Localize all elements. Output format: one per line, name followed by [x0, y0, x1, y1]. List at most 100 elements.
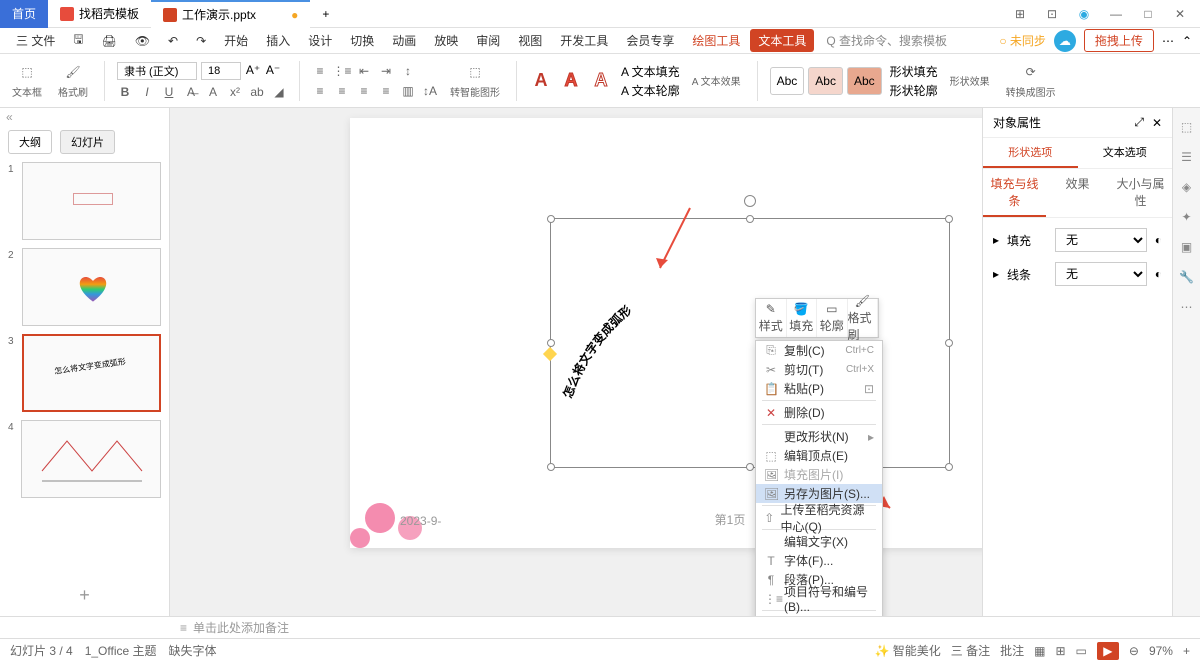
zoom-in-button[interactable]: + — [1183, 644, 1190, 658]
notes-toggle[interactable]: 三 备注 — [951, 642, 990, 659]
increase-font-icon[interactable]: A⁺ — [245, 62, 261, 78]
ctx-cut[interactable]: ✂剪切(T)Ctrl+X — [756, 360, 882, 379]
thumbnail-2[interactable] — [22, 248, 161, 326]
selected-textbox[interactable]: 怎么将文字变成弧形 — [550, 218, 950, 468]
shape-style-1[interactable]: Abc — [770, 67, 805, 95]
text-direction-button[interactable]: ↕A — [422, 83, 438, 99]
align-right-button[interactable]: ≡ — [356, 83, 372, 99]
outline-tab[interactable]: 大纲 — [8, 130, 52, 154]
smart-beautify-button[interactable]: ✨ 智能美化 — [874, 642, 940, 659]
sync-status[interactable]: ○ 未同步 — [999, 32, 1046, 49]
slide-canvas[interactable]: 怎么将文字变成弧形 2023-9- 第1页 3 — [350, 118, 982, 548]
menu-animation[interactable]: 动画 — [384, 29, 424, 52]
qat-redo-icon[interactable]: ↷ — [188, 31, 214, 51]
menu-design[interactable]: 设计 — [300, 29, 340, 52]
text-fill-button[interactable]: A 文本填充 — [621, 63, 680, 80]
fill-more-icon[interactable]: ◐ — [1155, 233, 1162, 247]
bold-button[interactable]: B — [117, 84, 133, 100]
qat-print-icon[interactable]: 🖨 — [94, 31, 125, 51]
thumbnail-3[interactable]: 怎么将文字变成弧形 — [22, 334, 161, 412]
canvas-area[interactable]: 怎么将文字变成弧形 2023-9- 第1页 3 ✎样式 🪣填充 ▭轮廓 🖌格式刷… — [170, 108, 982, 616]
font-color-button[interactable]: A — [205, 84, 221, 100]
resize-handle-w[interactable] — [547, 339, 555, 347]
numbering-button[interactable]: ⋮≡ — [334, 63, 350, 79]
line-select[interactable]: 无 — [1055, 262, 1147, 286]
ctx-upload-resource[interactable]: ⇧上传至稻壳资源中心(Q) — [756, 508, 882, 527]
expand-fill-icon[interactable]: ▸ — [993, 233, 999, 247]
props-expand-icon[interactable]: ⤢ — [1134, 115, 1144, 130]
slides-tab[interactable]: 幻灯片 — [60, 130, 115, 154]
mini-brush-button[interactable]: 🖌格式刷 — [848, 299, 879, 337]
menu-drawing[interactable]: 绘图工具 — [684, 29, 748, 52]
ctx-copy[interactable]: ⎘复制(C)Ctrl+C — [756, 341, 882, 360]
menu-insert[interactable]: 插入 — [258, 29, 298, 52]
review-toggle[interactable]: 批注 — [1000, 642, 1024, 659]
indent-inc-button[interactable]: ⇥ — [378, 63, 394, 79]
shape-effects-button[interactable]: 形状效果 — [946, 73, 994, 88]
effects-subtab[interactable]: 效果 — [1046, 169, 1109, 217]
rotation-handle[interactable] — [744, 195, 756, 207]
underline-button[interactable]: U — [161, 84, 177, 100]
menu-start[interactable]: 开始 — [216, 29, 256, 52]
collapse-ribbon-icon[interactable]: ⌃ — [1182, 34, 1192, 48]
panel-collapse-icon[interactable]: « — [0, 108, 169, 126]
align-justify-button[interactable]: ≡ — [378, 83, 394, 99]
thumbnail-1[interactable] — [22, 162, 161, 240]
resize-handle-se[interactable] — [945, 463, 953, 471]
ctx-paste[interactable]: 📋粘贴(P)⊡ — [756, 379, 882, 398]
fill-select[interactable]: 无 — [1055, 228, 1147, 252]
align-left-button[interactable]: ≡ — [312, 83, 328, 99]
shape-style-2[interactable]: Abc — [808, 67, 843, 95]
ctx-change-shape[interactable]: 更改形状(N)▸ — [756, 427, 882, 446]
missing-font-warning[interactable]: 缺失字体 — [169, 642, 217, 659]
home-tab[interactable]: 首页 — [0, 0, 48, 28]
line-more-icon[interactable]: ◐ — [1155, 267, 1162, 281]
resize-handle-ne[interactable] — [945, 215, 953, 223]
shape-outline-button[interactable]: 形状轮廓 — [890, 82, 938, 99]
file-tab[interactable]: 工作演示.pptx ● — [151, 0, 310, 28]
menu-transition[interactable]: 切换 — [342, 29, 382, 52]
qat-undo-icon[interactable]: ↶ — [160, 31, 186, 51]
qat-save-icon[interactable]: 🖫 — [65, 27, 91, 54]
align-center-button[interactable]: ≡ — [334, 83, 350, 99]
linespacing-button[interactable]: ↕ — [400, 63, 416, 79]
shape-style-3[interactable]: Abc — [847, 67, 882, 95]
apps-icon[interactable]: ⊡ — [1040, 4, 1064, 24]
view-normal-icon[interactable]: ▦ — [1034, 644, 1045, 658]
fill-line-subtab[interactable]: 填充与线条 — [983, 169, 1046, 217]
shape-fill-button[interactable]: 形状填充 — [890, 63, 938, 80]
slideshow-button[interactable]: ▶ — [1097, 642, 1119, 660]
format-painter-group[interactable]: 🖌 格式刷 — [54, 62, 92, 99]
thumbnail-4[interactable] — [21, 420, 161, 498]
shape-options-tab[interactable]: 形状选项 — [983, 138, 1078, 168]
qat-preview-icon[interactable]: 👁 — [127, 31, 158, 51]
side-style-icon[interactable]: ◈ — [1178, 178, 1196, 196]
view-reading-icon[interactable]: ▭ — [1076, 644, 1087, 658]
italic-button[interactable]: I — [139, 84, 155, 100]
new-tab-button[interactable]: + — [310, 0, 341, 28]
text-options-tab[interactable]: 文本选项 — [1078, 138, 1173, 168]
size-subtab[interactable]: 大小与属性 — [1109, 169, 1172, 217]
grid-icon[interactable]: ⊞ — [1008, 4, 1032, 24]
ctx-edit-points[interactable]: ⬚编辑顶点(E) — [756, 446, 882, 465]
side-more-icon[interactable]: ⋯ — [1178, 298, 1196, 316]
notes-bar[interactable]: ≡ 单击此处添加备注 — [0, 616, 1200, 638]
maximize-button[interactable]: □ — [1136, 4, 1160, 24]
menu-view[interactable]: 视图 — [510, 29, 550, 52]
resize-handle-n[interactable] — [746, 215, 754, 223]
decrease-font-icon[interactable]: A⁻ — [265, 62, 281, 78]
ctx-bullets[interactable]: ⋮≡项目符号和编号(B)... — [756, 589, 882, 608]
props-close-icon[interactable]: ✕ — [1152, 116, 1162, 130]
ctx-delete[interactable]: ✕删除(D) — [756, 403, 882, 422]
ctx-edit-text[interactable]: 编辑文字(X) — [756, 532, 882, 551]
add-slide-button[interactable]: + — [0, 575, 169, 616]
side-anim-icon[interactable]: ✦ — [1178, 208, 1196, 226]
mini-outline-button[interactable]: ▭轮廓 — [817, 299, 848, 337]
more-icon[interactable]: ⋯ — [1162, 34, 1174, 48]
convert-shape-button[interactable]: ⟳ 转换成图示 — [1002, 62, 1060, 99]
strike-button[interactable]: A̶ — [183, 84, 199, 100]
resize-handle-sw[interactable] — [547, 463, 555, 471]
user-icon[interactable]: ◉ — [1072, 4, 1096, 24]
ctx-font[interactable]: T字体(F)... — [756, 551, 882, 570]
bullets-button[interactable]: ≡ — [312, 63, 328, 79]
